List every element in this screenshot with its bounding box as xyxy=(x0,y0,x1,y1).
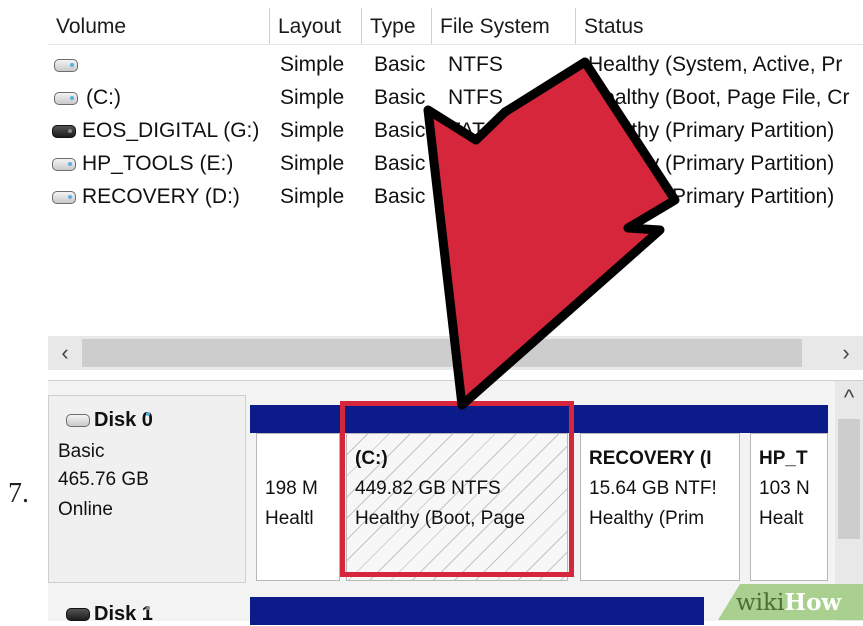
volume-fs: NTFS xyxy=(448,53,503,76)
volume-layout: Simple xyxy=(280,185,345,208)
volume-list: Volume Layout Type File System Status Si… xyxy=(48,0,863,376)
volume-row[interactable]: RECOVERY (D:) Simple Basic NTFS Healthy … xyxy=(48,180,863,213)
scroll-right-icon[interactable]: › xyxy=(831,338,861,368)
volume-type: Basic xyxy=(374,152,426,175)
disk-0-state: Online xyxy=(58,499,113,520)
partition-system-reserved[interactable]: 198 M Healtl xyxy=(256,433,340,581)
volume-row[interactable]: HP_TOOLS (E:) Simple Basic FAT32 Healthy… xyxy=(48,147,863,180)
volume-status: Healthy (Primary Partition) xyxy=(588,185,835,208)
disk-1-partition-bar xyxy=(250,597,704,625)
volume-layout: Simple xyxy=(280,53,345,76)
volume-row[interactable]: EOS_DIGITAL (G:) Simple Basic FAT32 Heal… xyxy=(48,114,863,147)
drive-icon xyxy=(52,158,76,171)
volume-fs: FAT32 xyxy=(448,152,509,175)
volume-name: RECOVERY (D:) xyxy=(82,185,240,208)
drive-icon xyxy=(54,59,78,72)
volume-type: Basic xyxy=(374,185,426,208)
removable-drive-icon xyxy=(52,125,76,138)
volume-fs: NTFS xyxy=(448,185,503,208)
step-number: 7. xyxy=(8,478,29,509)
volume-layout: Simple xyxy=(280,119,345,142)
volume-status: Healthy (Boot, Page File, Cr xyxy=(588,86,850,109)
volume-status: Healthy (System, Active, Pr xyxy=(588,53,843,76)
column-layout[interactable]: Layout xyxy=(270,8,362,44)
horizontal-scrollbar[interactable]: ‹ › xyxy=(48,336,863,370)
disk-1-title[interactable]: Disk 1 xyxy=(66,603,153,626)
column-volume[interactable]: Volume xyxy=(48,8,270,44)
scroll-up-icon[interactable]: ^ xyxy=(835,383,863,413)
volume-status: Healthy (Primary Partition) xyxy=(588,119,835,142)
scroll-left-icon[interactable]: ‹ xyxy=(50,338,80,368)
scrollbar-thumb[interactable] xyxy=(82,339,802,367)
column-file-system[interactable]: File System xyxy=(432,8,576,44)
volume-name: (C:) xyxy=(86,86,121,109)
volume-fs: NTFS xyxy=(448,86,503,109)
drive-icon xyxy=(54,92,78,105)
volume-type: Basic xyxy=(374,53,426,76)
volume-layout: Simple xyxy=(280,152,345,175)
disk-0-type: Basic xyxy=(58,441,105,462)
volume-status: Healthy (Primary Partition) xyxy=(588,152,835,175)
volume-name: EOS_DIGITAL (G:) xyxy=(82,119,260,142)
highlight-box xyxy=(340,401,574,577)
column-status[interactable]: Status xyxy=(576,8,863,44)
disk-0-size: 465.76 GB xyxy=(58,469,149,490)
volume-name: HP_TOOLS (E:) xyxy=(82,152,234,175)
scrollbar-thumb[interactable] xyxy=(838,419,860,539)
volume-fs: FAT32 xyxy=(448,119,509,142)
removable-disk-icon xyxy=(66,608,90,622)
drive-icon xyxy=(52,191,76,204)
volume-type: Basic xyxy=(374,119,426,142)
volume-row[interactable]: Simple Basic NTFS Healthy (System, Activ… xyxy=(48,48,863,81)
column-header-row: Volume Layout Type File System Status xyxy=(48,8,863,45)
volume-row[interactable]: (C:) Simple Basic NTFS Healthy (Boot, Pa… xyxy=(48,81,863,114)
volume-layout: Simple xyxy=(280,86,345,109)
volume-type: Basic xyxy=(374,86,426,109)
partition-hp-tools[interactable]: HP_T 103 N Healt xyxy=(750,433,828,581)
partition-recovery[interactable]: RECOVERY (I 15.64 GB NTF! Healthy (Prim xyxy=(580,433,740,581)
disk-0-title: Disk 0 xyxy=(66,409,153,432)
disk-icon xyxy=(66,414,90,428)
column-type[interactable]: Type xyxy=(362,8,432,44)
wikihow-logo: wikiHow xyxy=(718,584,863,620)
